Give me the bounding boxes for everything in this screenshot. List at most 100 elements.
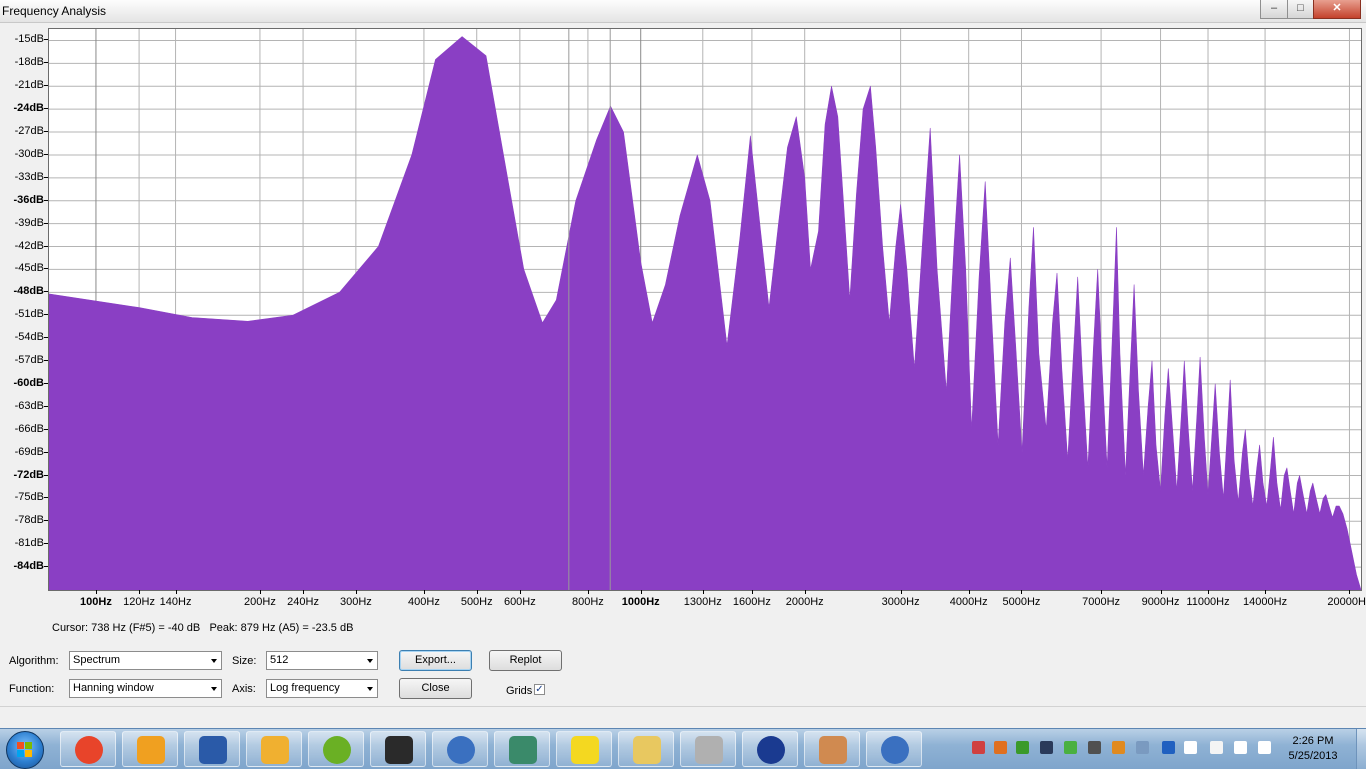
title-bar: Frequency Analysis – □ ✕: [0, 0, 1366, 23]
taskbar-button[interactable]: [184, 731, 240, 767]
signal-icon[interactable]: [1234, 741, 1247, 754]
y-tick-label: -30dB: [14, 147, 44, 160]
taskbar-button[interactable]: [246, 731, 302, 767]
x-tick-label: 11000Hz: [1186, 596, 1230, 608]
algorithm-label: Algorithm:: [9, 655, 59, 667]
drive-tray-icon[interactable]: [1088, 741, 1101, 754]
size-select[interactable]: 512: [266, 651, 378, 670]
taskbar-button[interactable]: [432, 731, 488, 767]
function-value: Hanning window: [73, 682, 154, 694]
cursor-readout: Cursor: 738 Hz (F#5) = -40 dB Peak: 879 …: [52, 622, 353, 634]
function-select[interactable]: Hanning window: [69, 679, 222, 698]
x-tick: [1265, 590, 1267, 594]
y-tick-label: -66dB: [14, 422, 44, 435]
spectrum-area: [49, 36, 1361, 590]
x-tick: [95, 590, 97, 594]
clock[interactable]: 2:26 PM 5/25/2013: [1280, 734, 1346, 764]
y-tick-label: -72dB: [13, 468, 44, 481]
chevron-down-icon: [367, 659, 373, 663]
x-tick-label: 400Hz: [408, 596, 440, 608]
grids-checkbox[interactable]: ✓: [534, 684, 545, 695]
x-tick-label: 100Hz: [80, 596, 112, 608]
spotify-tray-icon[interactable]: [1016, 741, 1029, 754]
x-tick: [476, 590, 478, 594]
x-tick: [519, 590, 521, 594]
battery-icon[interactable]: [1210, 741, 1223, 754]
y-tick-label: -18dB: [14, 56, 44, 69]
reaper-icon: [509, 736, 537, 764]
y-tick-label: -39dB: [14, 216, 44, 229]
x-tick-label: 20000Hz: [1327, 596, 1366, 608]
axis-select[interactable]: Log frequency: [266, 679, 378, 698]
close-button[interactable]: Close: [399, 678, 472, 699]
taskbar-button[interactable]: [494, 731, 550, 767]
x-tick: [303, 590, 305, 594]
taskbar-button[interactable]: [122, 731, 178, 767]
x-tick-label: 3000Hz: [881, 596, 920, 608]
flame-tray-icon[interactable]: [1112, 741, 1125, 754]
taskbar-button[interactable]: [556, 731, 612, 767]
taskbar-button[interactable]: [370, 731, 426, 767]
taskbar-button[interactable]: [742, 731, 798, 767]
x-tick-label: 1300Hz: [683, 596, 722, 608]
chrome-icon: [75, 736, 103, 764]
replot-button[interactable]: Replot: [489, 650, 562, 671]
bulb-tray-icon[interactable]: [1136, 741, 1149, 754]
show-desktop-button[interactable]: [1356, 729, 1366, 769]
y-tick-label: -36dB: [13, 193, 44, 206]
y-tick-label: -78dB: [14, 514, 44, 527]
taskbar-button[interactable]: [680, 731, 736, 767]
action-center-flag-icon[interactable]: [1184, 741, 1197, 754]
tray-app-icon[interactable]: [994, 741, 1007, 754]
start-button[interactable]: [6, 731, 44, 769]
x-tick-label: 9000Hz: [1141, 596, 1180, 608]
x-tick-label: 1600Hz: [732, 596, 771, 608]
y-tick-label: -63dB: [14, 399, 44, 412]
x-tick-label: 200Hz: [244, 596, 276, 608]
checkmark-icon: ✓: [535, 684, 544, 695]
clock-time: 2:26 PM: [1292, 735, 1334, 747]
peak-text: Peak: 879 Hz (A5) = -23.5 dB: [209, 622, 354, 634]
taskbar-button[interactable]: [60, 731, 116, 767]
wifi-tray-icon[interactable]: [1064, 741, 1077, 754]
x-tick: [259, 590, 261, 594]
maximize-button[interactable]: □: [1287, 0, 1314, 19]
y-tick-label: -48dB: [13, 285, 44, 298]
firefox-nightly-icon: [447, 736, 475, 764]
y-tick-label: -81dB: [14, 537, 44, 550]
function-label: Function:: [9, 683, 55, 695]
window-title: Frequency Analysis: [2, 4, 107, 18]
bluetooth-icon[interactable]: [1162, 741, 1175, 754]
taskbar-button[interactable]: [866, 731, 922, 767]
y-tick-label: -60dB: [13, 376, 44, 389]
x-tick: [355, 590, 357, 594]
spectrum-plot[interactable]: [48, 28, 1362, 591]
clock-date: 5/25/2013: [1288, 750, 1338, 762]
y-tick-label: -27dB: [14, 125, 44, 138]
x-tick: [702, 590, 704, 594]
y-tick-label: -45dB: [14, 262, 44, 275]
x-tick: [587, 590, 589, 594]
taskbar-button[interactable]: [618, 731, 674, 767]
y-tick-label: -54dB: [14, 331, 44, 344]
taskbar-button[interactable]: [804, 731, 860, 767]
axis-label: Axis:: [232, 683, 256, 695]
cursor-text: Cursor: 738 Hz (F#5) = -40 dB: [52, 622, 201, 634]
monitor-tray-icon[interactable]: [1040, 741, 1053, 754]
y-tick-label: -75dB: [14, 491, 44, 504]
steam-icon: [385, 736, 413, 764]
paint-icon: [819, 736, 847, 764]
x-tick-label: 4000Hz: [949, 596, 988, 608]
chevron-down-icon: [367, 687, 373, 691]
y-tick-label: -69dB: [14, 445, 44, 458]
zotero-icon: [571, 736, 599, 764]
export-button[interactable]: Export...: [399, 650, 472, 671]
algorithm-select[interactable]: Spectrum: [69, 651, 222, 670]
axis-value: Log frequency: [270, 682, 340, 694]
minimize-button[interactable]: –: [1260, 0, 1288, 19]
taskbar-button[interactable]: [308, 731, 364, 767]
volume-icon[interactable]: [1258, 741, 1271, 754]
x-tick: [139, 590, 141, 594]
tray-app-icon[interactable]: [972, 741, 985, 754]
close-window-button[interactable]: ✕: [1313, 0, 1361, 19]
